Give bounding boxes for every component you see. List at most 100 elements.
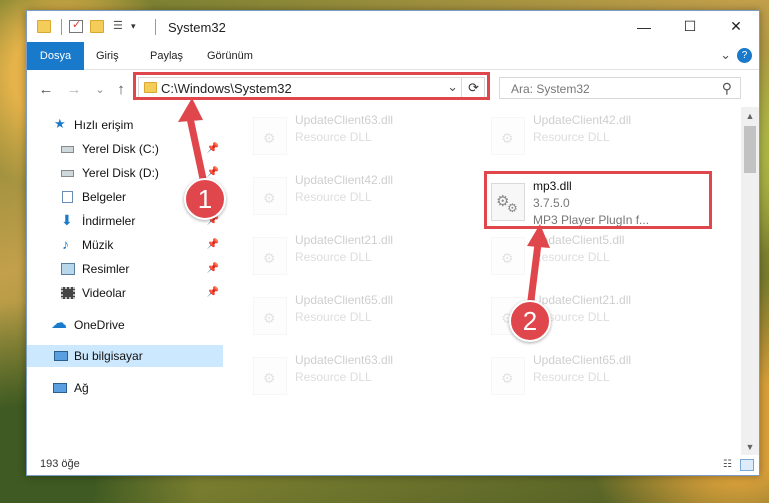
title-bar: ✓ ☰ ▾ System32 — ☐ ✕ [27,11,759,42]
step-marker-2: 2 [509,300,551,342]
dll-file-icon: ⚙ [491,117,525,155]
cloud-icon: ☁ [51,315,67,332]
computer-icon [54,351,68,361]
address-highlight-box [133,72,490,100]
file-name: UpdateClient5.dll [533,233,625,247]
file-highlight-box [484,171,712,229]
pin-icon[interactable]: 📌 [207,138,219,160]
recent-locations-button[interactable]: ⌄ [89,78,111,100]
list-item[interactable]: ⚙ UpdateClient63.dll Resource DLL [249,351,469,406]
scroll-up-icon[interactable]: ▲ [741,107,759,124]
dll-file-icon: ⚙ [253,117,287,155]
file-description: Resource DLL [533,130,610,144]
properties-icon[interactable]: ✓ [69,19,83,33]
file-description: Resource DLL [533,370,610,384]
toolbar-divider [61,19,62,35]
file-name: UpdateClient42.dll [295,173,394,187]
file-description: Resource DLL [295,310,372,324]
file-list: ⚙ UpdateClient63.dll Resource DLL ⚙ Upda… [223,107,739,455]
sidebar-item-label: Hızlı erişim [74,118,134,132]
sidebar-item-music[interactable]: ♪ Müzik 📌 [27,234,223,256]
tab-share[interactable]: Paylaş [138,42,195,70]
file-description: Resource DLL [295,190,372,204]
list-item[interactable]: ⚙ UpdateClient65.dll Resource DLL [487,351,707,406]
dll-file-icon: ⚙ [253,357,287,395]
sidebar-item-label: Bu bilgisayar [74,349,143,363]
sidebar-item-label: Belgeler [82,190,127,204]
pin-icon[interactable]: 📌 [207,282,219,304]
dll-file-icon: ⚙ [491,237,525,275]
file-description: Resource DLL [533,250,610,264]
close-button[interactable]: ✕ [713,11,759,42]
scroll-down-icon[interactable]: ▼ [741,438,759,455]
sidebar-item-label: Yerel Disk (D:) [82,166,159,180]
new-folder-icon[interactable] [90,20,104,33]
sidebar-item-onedrive[interactable]: ☁ OneDrive [27,314,223,336]
drive-icon [61,146,74,153]
dll-file-icon: ⚙ [491,357,525,395]
dropdown-icon[interactable]: ▾ [131,20,145,33]
list-item[interactable]: ⚙ UpdateClient5.dll Resource DLL [487,231,707,286]
folder-icon [37,20,51,33]
sidebar-item-label: Müzik [82,238,114,252]
pictures-icon [61,263,75,275]
search-input[interactable]: Ara: System32 [511,82,590,96]
file-name: UpdateClient21.dll [295,233,394,247]
navigation-pane: ★ Hızlı erişim Yerel Disk (C:) 📌 Yerel D… [27,107,223,455]
sidebar-item-videos[interactable]: Videolar 📌 [27,282,223,304]
downloads-icon: ⬇ [61,212,73,228]
drive-icon [61,170,74,177]
file-name: UpdateClient65.dll [295,293,394,307]
list-item[interactable]: ⚙ UpdateClient42.dll Resource DLL [487,111,707,166]
back-button[interactable]: ← [35,78,57,100]
file-description: Resource DLL [295,130,372,144]
tab-file[interactable]: Dosya [27,42,84,70]
file-description: Resource DLL [295,370,372,384]
item-count: 193 öğe [40,458,80,470]
pin-icon[interactable]: 📌 [207,258,219,280]
list-item[interactable]: ⚙ UpdateClient63.dll Resource DLL [249,111,469,166]
videos-icon [61,287,75,299]
sidebar-item-this-pc[interactable]: Bu bilgisayar [27,345,223,367]
search-icon[interactable]: ⚲ [722,80,732,97]
file-name: UpdateClient65.dll [533,353,632,367]
title-separator [155,19,156,35]
dll-file-icon: ⚙ [253,177,287,215]
vertical-scrollbar[interactable]: ▲ ▼ [741,107,759,455]
list-item[interactable]: ⚙ UpdateClient65.dll Resource DLL [249,291,469,346]
file-name: UpdateClient42.dll [533,113,632,127]
large-icons-view-icon[interactable] [740,459,754,471]
minimize-button[interactable]: — [621,11,667,42]
network-icon [53,383,67,393]
sidebar-item-label: İndirmeler [82,214,136,228]
sidebar-item-label: Ağ [74,381,89,395]
customize-icon[interactable]: ☰ [113,20,127,33]
tab-home[interactable]: Giriş [84,42,131,70]
tab-view[interactable]: Görünüm [195,42,265,70]
help-icon[interactable]: ? [737,48,752,63]
search-box[interactable]: Ara: System32 ⚲ [499,77,741,99]
file-description: Resource DLL [295,250,372,264]
sidebar-item-label: Videolar [82,286,126,300]
forward-button[interactable]: → [63,78,85,100]
details-view-icon[interactable]: ☷ [723,459,737,471]
up-button[interactable]: ↑ [110,78,132,100]
file-name: UpdateClient63.dll [295,113,394,127]
pin-icon[interactable]: 📌 [207,234,219,256]
scroll-thumb[interactable] [744,126,756,173]
sidebar-item-label: Resimler [82,262,130,276]
sidebar-item-label: OneDrive [74,318,125,332]
maximize-button[interactable]: ☐ [667,11,713,42]
list-item[interactable]: ⚙ UpdateClient21.dll Resource DLL [249,231,469,286]
sidebar-item-network[interactable]: Ağ [27,377,223,399]
file-name: UpdateClient63.dll [295,353,394,367]
file-name: UpdateClient21.dll [533,293,632,307]
list-item[interactable]: ⚙ UpdateClient42.dll Resource DLL [249,171,469,226]
sidebar-item-label: Yerel Disk (C:) [82,142,159,156]
sidebar-item-drive-c[interactable]: Yerel Disk (C:) 📌 [27,138,223,160]
music-icon: ♪ [62,236,69,252]
sidebar-item-pictures[interactable]: Resimler 📌 [27,258,223,280]
window-title: System32 [168,20,226,35]
ribbon-collapse-icon[interactable]: ⌄ [720,47,731,63]
sidebar-item-quick-access[interactable]: ★ Hızlı erişim [27,114,223,136]
